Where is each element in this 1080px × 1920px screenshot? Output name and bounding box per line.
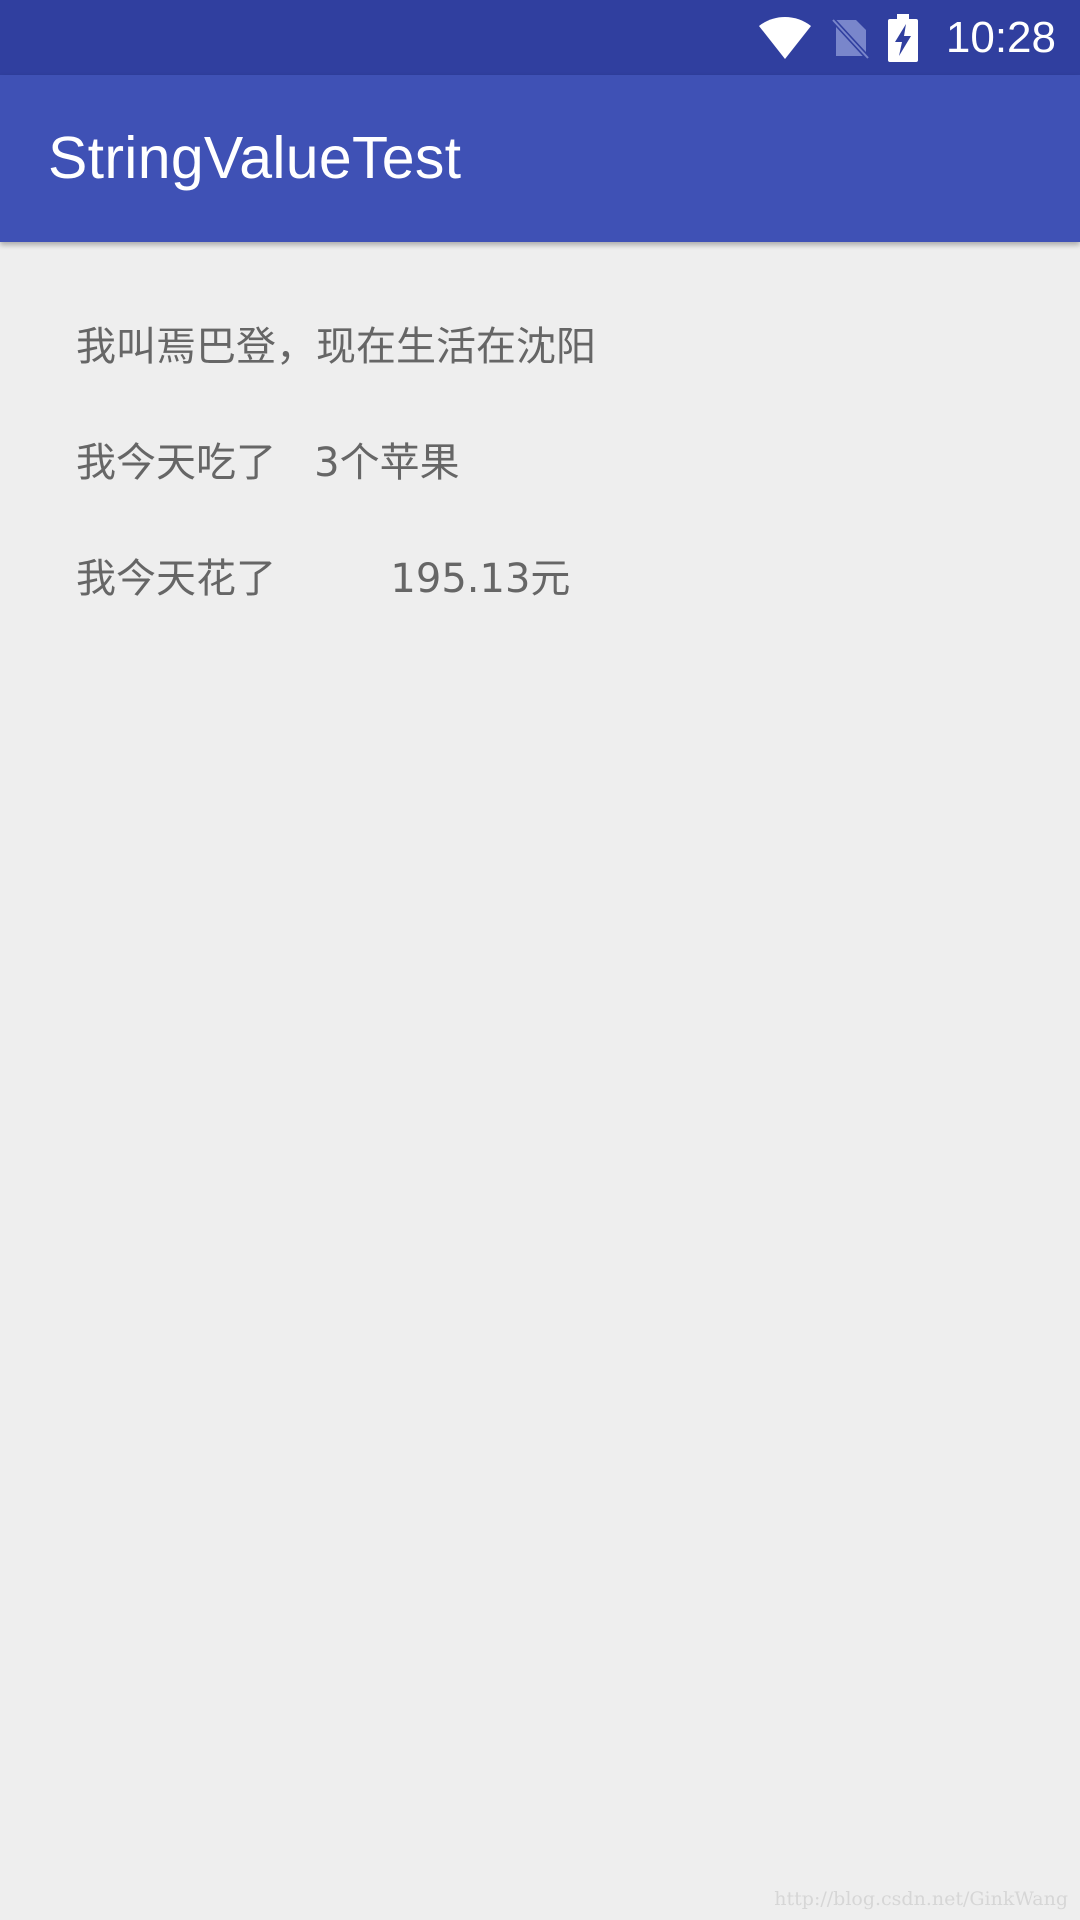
status-icons: 10:28 [758, 0, 1056, 75]
text-line-name: 我叫焉巴登，现在生活在沈阳 [76, 324, 596, 370]
text-line-spent: 我今天花了 195.13元 [76, 556, 571, 602]
no-sim-icon [830, 16, 870, 60]
app-bar: StringValueTest [0, 75, 1080, 242]
status-bar: 10:28 [0, 0, 1080, 75]
app-title: StringValueTest [48, 125, 462, 191]
watermark: http://blog.csdn.net/GinkWang [774, 1888, 1068, 1910]
text-line-apples: 我今天吃了 3个苹果 [76, 440, 460, 486]
status-clock: 10:28 [945, 13, 1056, 62]
battery-charging-icon [887, 13, 918, 62]
wifi-icon [758, 16, 812, 60]
